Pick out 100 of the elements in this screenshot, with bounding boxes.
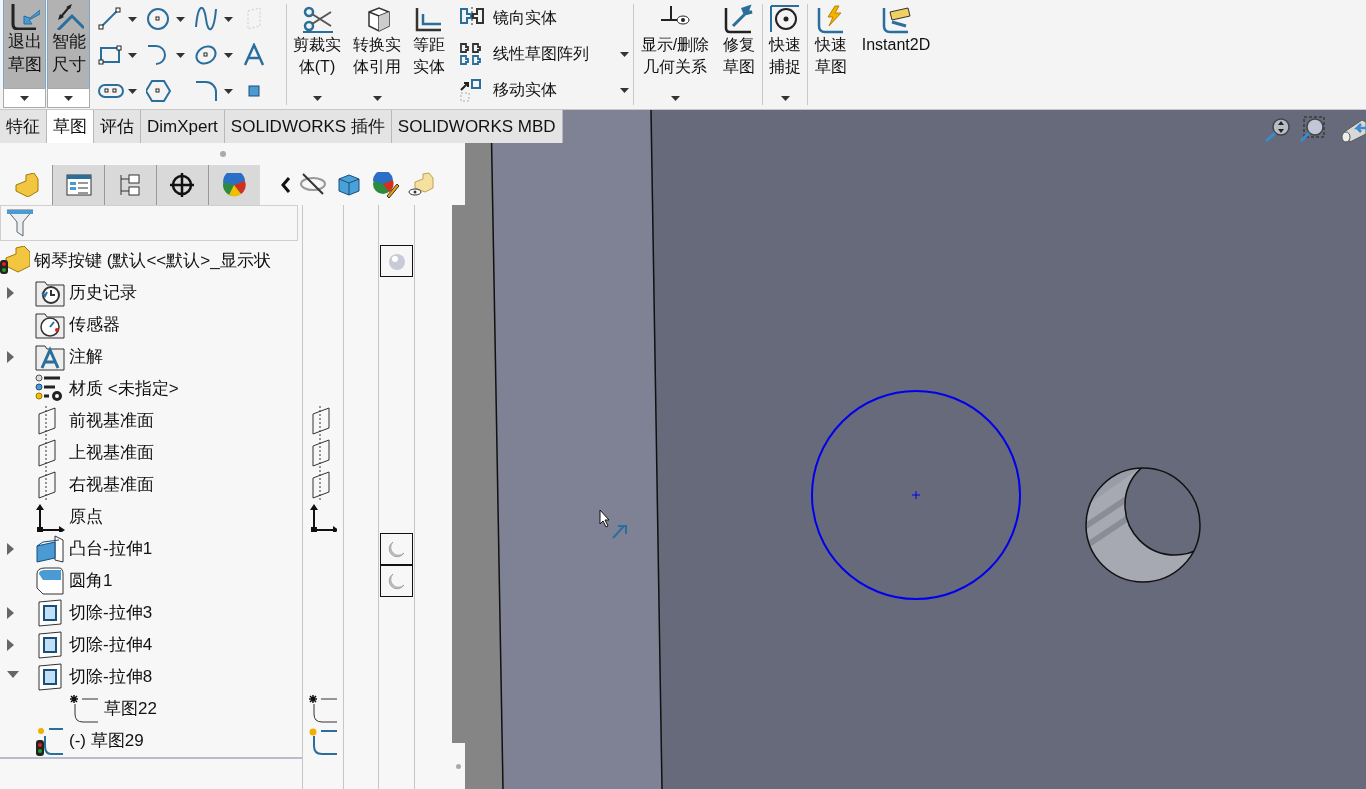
cube-icon — [335, 172, 363, 198]
line-tool-button[interactable] — [98, 7, 124, 31]
relations-button[interactable]: 显示/删除 几何关系 — [634, 0, 716, 109]
circle-tool-button[interactable] — [146, 7, 172, 31]
tree-item[interactable]: 前视基准面 — [35, 406, 154, 436]
extrude-cut-icon — [35, 598, 65, 628]
chevron-left-button[interactable] — [280, 176, 291, 194]
tree-item[interactable]: 切除-拉伸4 — [35, 630, 153, 660]
ribbon-tab[interactable]: 草图 — [47, 110, 94, 143]
tree-item[interactable]: 切除-拉伸3 — [35, 598, 153, 628]
tree-item[interactable]: 传感器 — [35, 310, 120, 340]
rectangle-tool-button[interactable] — [98, 43, 124, 67]
caret-icon — [128, 52, 137, 58]
resize-grip[interactable] — [456, 763, 461, 769]
part-eye-icon — [407, 172, 435, 198]
caret-icon — [372, 96, 382, 101]
appearance-pencil-button[interactable] — [371, 172, 399, 198]
dimension-button[interactable]: 智能 尺寸 — [47, 0, 90, 88]
caret-icon — [670, 96, 680, 101]
spline-tool-button[interactable] — [194, 7, 220, 31]
caret-icon — [620, 87, 629, 93]
polygon-icon — [146, 79, 172, 103]
tree-item[interactable]: 切除-拉伸8 — [35, 662, 153, 692]
snap-icon — [769, 4, 801, 34]
dropdown-button[interactable] — [224, 16, 233, 22]
appearance-swatch[interactable] — [380, 565, 413, 597]
expander-icon[interactable] — [7, 671, 19, 679]
exit-button[interactable]: 退出 草图 — [3, 0, 46, 88]
mirror-button[interactable]: 镜向实体 — [459, 6, 633, 30]
expander-icon[interactable] — [7, 287, 14, 299]
tree-item[interactable]: (-) 草图29 — [35, 726, 144, 756]
dropdown-button[interactable] — [128, 16, 137, 22]
scissors-icon — [301, 4, 333, 34]
dropdown-button[interactable] — [128, 52, 137, 58]
chevron-left-icon — [280, 176, 291, 194]
tree-item[interactable]: 草图22 — [70, 694, 157, 724]
sketch-icon — [309, 694, 337, 724]
scrollbar[interactable] — [452, 205, 465, 743]
appearance-ball-icon — [220, 173, 249, 197]
tree-item[interactable]: 原点 — [35, 502, 103, 532]
zoom-to-area-icon[interactable] — [1299, 116, 1325, 143]
gauge-folder-icon — [35, 310, 65, 340]
expander-icon[interactable] — [7, 607, 14, 619]
panel-tab[interactable] — [156, 165, 208, 205]
tree-item[interactable]: 历史记录 — [35, 278, 137, 308]
expand-arrow-icon — [7, 607, 14, 619]
dropdown-button[interactable] — [176, 52, 185, 58]
fillet-feature-icon — [35, 566, 65, 596]
convert-button[interactable]: 转换实 体引用 — [347, 0, 407, 109]
extrude-boss-icon — [35, 534, 65, 564]
zoom-to-fit-icon[interactable] — [1265, 118, 1290, 143]
dropdown-button[interactable] — [224, 88, 233, 94]
pattern-button[interactable]: 线性草图阵列 — [459, 42, 633, 66]
dropdown-button[interactable] — [176, 16, 185, 22]
ellipse-icon — [194, 43, 220, 67]
dropdown-button[interactable] — [47, 88, 90, 108]
appearance-swatch[interactable] — [380, 533, 413, 565]
tree-item[interactable]: 上视基准面 — [35, 438, 154, 468]
tree-item[interactable]: 注解 — [35, 342, 103, 372]
appearance-swatch[interactable] — [380, 245, 413, 277]
move-button[interactable]: 移动实体 — [459, 78, 633, 102]
expand-arrow-icon — [7, 543, 14, 555]
tree-item[interactable]: 钢琴按键 (默认<<默认>_显示状 — [0, 246, 271, 276]
crosshair-icon — [168, 173, 197, 197]
tree-item[interactable]: 凸台-拉伸1 — [35, 534, 153, 564]
panel-grip[interactable] — [219, 151, 226, 157]
fillet-tool-button[interactable] — [194, 79, 220, 103]
quick-button[interactable]: 快速 草图 — [808, 0, 854, 109]
property-list-icon — [64, 173, 93, 197]
tree-item[interactable]: 右视基准面 — [35, 470, 154, 500]
line-icon — [98, 7, 124, 31]
fillet-icon — [194, 79, 220, 103]
previous-view-icon[interactable] — [1341, 119, 1366, 143]
expander-icon[interactable] — [7, 639, 14, 651]
caret-icon — [128, 16, 137, 22]
expander-icon[interactable] — [7, 351, 14, 363]
trim-button[interactable]: 剪裁实 体(T) — [287, 0, 347, 109]
polygon-tool-button[interactable] — [146, 79, 172, 103]
tree-item[interactable]: 材质 <未指定> — [35, 374, 179, 404]
dropdown-button[interactable] — [128, 88, 137, 94]
expander-icon[interactable] — [7, 543, 14, 555]
offset-button[interactable]: 等距 实体 — [407, 0, 451, 109]
ellipse-tool-button[interactable] — [194, 43, 220, 67]
part-eye-button[interactable] — [407, 172, 435, 198]
cube-button[interactable] — [335, 172, 363, 198]
expand-arrow-icon — [7, 639, 14, 651]
repair-button[interactable]: 修复 草图 — [716, 0, 762, 109]
dropdown-button[interactable] — [224, 52, 233, 58]
instant2d-button[interactable]: Instant2D — [854, 0, 938, 109]
snap-button[interactable]: 快速 捕捉 — [763, 0, 807, 109]
caret-icon — [128, 88, 137, 94]
origin-axes-icon — [35, 502, 65, 532]
sketch-icon — [309, 726, 337, 756]
tree-item[interactable]: 圆角1 — [35, 566, 113, 596]
filter-field[interactable] — [0, 205, 298, 241]
filter-icon — [5, 207, 35, 239]
caret-icon — [224, 88, 233, 94]
dropdown-button[interactable] — [3, 88, 46, 108]
ruler-icon — [880, 4, 912, 34]
rectangle-icon — [98, 43, 124, 67]
